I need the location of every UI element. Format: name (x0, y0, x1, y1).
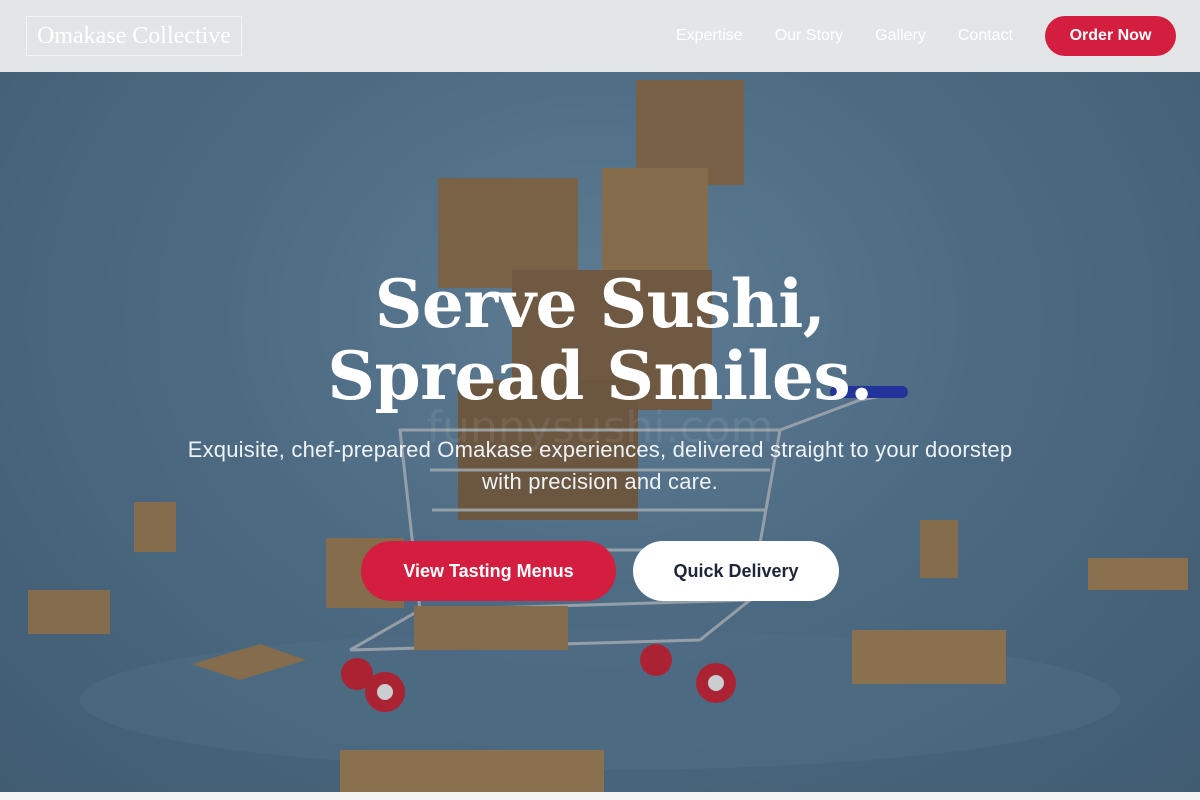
page-bottom-strip (0, 792, 1200, 800)
nav-link-expertise[interactable]: Expertise (676, 27, 743, 45)
cta-row: View Tasting Menus Quick Delivery (0, 541, 1200, 601)
view-tasting-menus-button[interactable]: View Tasting Menus (361, 541, 616, 601)
hero-subtitle: Exquisite, chef-prepared Omakase experie… (187, 437, 1013, 494)
hero-content: Serve Sushi, Spread Smiles. Exquisite, c… (0, 268, 1200, 601)
quick-delivery-button[interactable]: Quick Delivery (633, 541, 839, 601)
nav-link-contact[interactable]: Contact (958, 27, 1013, 45)
nav-link-our-story[interactable]: Our Story (775, 27, 843, 45)
order-now-button[interactable]: Order Now (1045, 16, 1176, 56)
hero-title: Serve Sushi, Spread Smiles. (327, 265, 873, 415)
brand-logo[interactable]: Omakase Collective (26, 16, 242, 56)
nav-link-gallery[interactable]: Gallery (875, 27, 926, 45)
navbar: Omakase Collective Expertise Our Story G… (0, 0, 1200, 72)
nav-links: Expertise Our Story Gallery Contact Orde… (676, 16, 1176, 56)
